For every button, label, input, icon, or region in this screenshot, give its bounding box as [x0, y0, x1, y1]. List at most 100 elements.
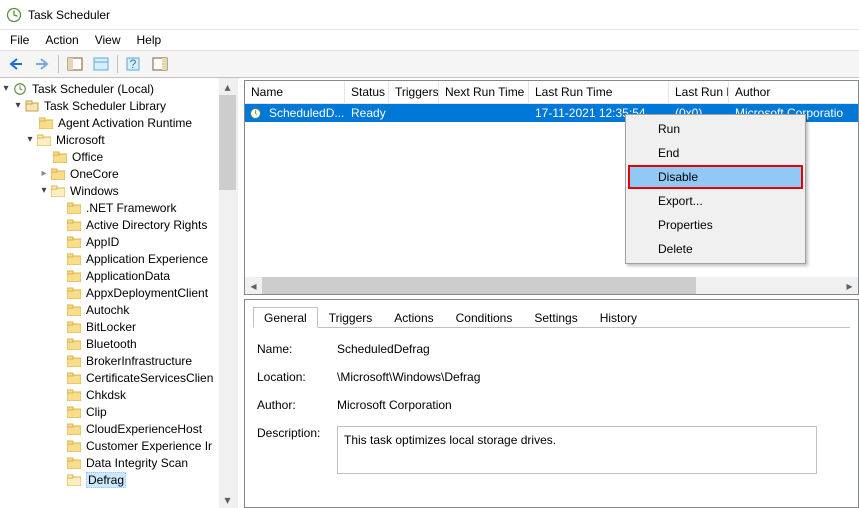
nav-forward-icon[interactable] [30, 53, 54, 75]
tree-label: AppID [86, 235, 119, 249]
menu-item-end[interactable]: End [628, 141, 803, 165]
folder-icon [66, 439, 82, 453]
tree-row-library[interactable]: ▾ Task Scheduler Library [0, 97, 236, 114]
tree-label: Task Scheduler (Local) [32, 82, 154, 96]
tree-row-cloudexperiencehost[interactable]: CloudExperienceHost [0, 420, 236, 437]
menu-item-properties[interactable]: Properties [628, 213, 803, 237]
toolbar-separator [117, 55, 118, 73]
right-area: Name Status Triggers Next Run Time Last … [238, 78, 859, 508]
nav-back-icon[interactable] [4, 53, 28, 75]
menu-item-disable[interactable]: Disable [628, 165, 803, 189]
scroll-down-icon[interactable]: ▾ [219, 491, 236, 508]
tree-row-certificateservicesclien[interactable]: CertificateServicesClien [0, 369, 236, 386]
tree-row-bitlocker[interactable]: BitLocker [0, 318, 236, 335]
col-name[interactable]: Name [245, 81, 345, 103]
col-status[interactable]: Status [345, 81, 389, 103]
tree-label: Task Scheduler Library [44, 99, 166, 113]
folder-icon [66, 320, 82, 334]
scroll-right-icon[interactable]: ▸ [841, 277, 858, 294]
tab-settings[interactable]: Settings [523, 307, 588, 328]
col-author[interactable]: Author [729, 81, 858, 103]
tree-row-applicationdata[interactable]: ApplicationData [0, 267, 236, 284]
folder-icon [66, 354, 82, 368]
scroll-thumb[interactable] [262, 277, 696, 294]
tree-row-clip[interactable]: Clip [0, 403, 236, 420]
detail-description-value[interactable]: This task optimizes local storage drives… [337, 426, 817, 474]
detail-location-value: \Microsoft\Windows\Defrag [337, 370, 480, 384]
chevron-down-icon[interactable]: ▾ [12, 100, 24, 111]
menu-action[interactable]: Action [37, 31, 86, 49]
tree-row-autochk[interactable]: Autochk [0, 301, 236, 318]
tab-history[interactable]: History [589, 307, 648, 328]
tree-label: .NET Framework [86, 201, 176, 215]
cell-next [439, 112, 529, 114]
tree-row-appid[interactable]: AppID [0, 233, 236, 250]
col-last-result[interactable]: Last Run Result [669, 81, 729, 103]
scroll-thumb[interactable] [219, 95, 236, 190]
svg-text:?: ? [130, 57, 137, 71]
tree-label: Microsoft [56, 133, 105, 147]
context-menu: Run End Disable Export... Properties Del… [625, 114, 806, 264]
scroll-up-icon[interactable]: ▴ [219, 78, 236, 95]
col-last-run[interactable]: Last Run Time [529, 81, 669, 103]
chevron-down-icon[interactable]: ▾ [38, 185, 50, 196]
tree-label: Windows [70, 184, 119, 198]
detail-location-label: Location: [257, 370, 337, 384]
tree-row-customer-experience-ir[interactable]: Customer Experience Ir [0, 437, 236, 454]
col-triggers[interactable]: Triggers [389, 81, 439, 103]
menu-item-delete[interactable]: Delete [628, 237, 803, 261]
tree-row-office[interactable]: Office [0, 148, 236, 165]
properties-icon[interactable] [89, 53, 113, 75]
chevron-down-icon[interactable]: ▾ [24, 134, 36, 145]
menu-view[interactable]: View [87, 31, 129, 49]
tree-row-microsoft[interactable]: ▾ Microsoft [0, 131, 236, 148]
tree-row-windows[interactable]: ▾ Windows [0, 182, 236, 199]
tree-row-root[interactable]: ▾ Task Scheduler (Local) [0, 80, 236, 97]
tab-conditions[interactable]: Conditions [445, 307, 524, 328]
folder-icon [66, 371, 82, 385]
detail-description-label: Description: [257, 426, 337, 440]
menu-file[interactable]: File [2, 31, 37, 49]
tab-triggers[interactable]: Triggers [318, 307, 384, 328]
show-hide-action-pane-icon[interactable] [148, 53, 172, 75]
menu-item-run[interactable]: Run [628, 117, 803, 141]
chevron-down-icon[interactable]: ▾ [0, 83, 12, 94]
menu-help[interactable]: Help [129, 31, 170, 49]
menu-item-export[interactable]: Export... [628, 189, 803, 213]
folder-icon [66, 286, 82, 300]
tree-row-bluetooth[interactable]: Bluetooth [0, 335, 236, 352]
tree-row-agent[interactable]: Agent Activation Runtime [0, 114, 236, 131]
folder-icon [66, 473, 82, 487]
detail-name-value: ScheduledDefrag [337, 342, 430, 356]
grid-horizontal-scrollbar[interactable]: ◂ ▸ [245, 277, 858, 294]
tree-label: Autochk [86, 303, 129, 317]
folder-icon [38, 116, 54, 130]
menubar: File Action View Help [0, 30, 859, 50]
toolbar-separator [58, 55, 59, 73]
tree-row-onecore[interactable]: ▸ OneCore [0, 165, 236, 182]
folder-icon [66, 456, 82, 470]
tree-row-defrag[interactable]: Defrag [0, 471, 236, 488]
tree-vertical-scrollbar[interactable]: ▴ ▾ [219, 78, 236, 508]
tree-row-active-directory-rights[interactable]: Active Directory Rights [0, 216, 236, 233]
chevron-right-icon[interactable]: ▸ [38, 168, 50, 179]
col-next-run[interactable]: Next Run Time [439, 81, 529, 103]
tree-row-appxdeploymentclient[interactable]: AppxDeploymentClient [0, 284, 236, 301]
scroll-left-icon[interactable]: ◂ [245, 277, 262, 294]
tree-row-application-experience[interactable]: Application Experience [0, 250, 236, 267]
tree-label: Active Directory Rights [86, 218, 207, 232]
tab-general[interactable]: General [253, 307, 318, 328]
tree-row-brokerinfrastructure[interactable]: BrokerInfrastructure [0, 352, 236, 369]
tree-row--net-framework[interactable]: .NET Framework [0, 199, 236, 216]
tree-row-data-integrity-scan[interactable]: Data Integrity Scan [0, 454, 236, 471]
help-icon[interactable]: ? [122, 53, 146, 75]
folder-open-icon [36, 133, 52, 147]
tab-actions[interactable]: Actions [383, 307, 444, 328]
show-hide-console-tree-icon[interactable] [63, 53, 87, 75]
tree-label: Bluetooth [86, 337, 137, 351]
details-pane: General Triggers Actions Conditions Sett… [244, 299, 859, 508]
tree-row-chkdsk[interactable]: Chkdsk [0, 386, 236, 403]
tree-label: CertificateServicesClien [86, 371, 213, 385]
folder-icon [66, 405, 82, 419]
main-area: ▾ Task Scheduler (Local) ▾ Task Schedule… [0, 78, 859, 508]
